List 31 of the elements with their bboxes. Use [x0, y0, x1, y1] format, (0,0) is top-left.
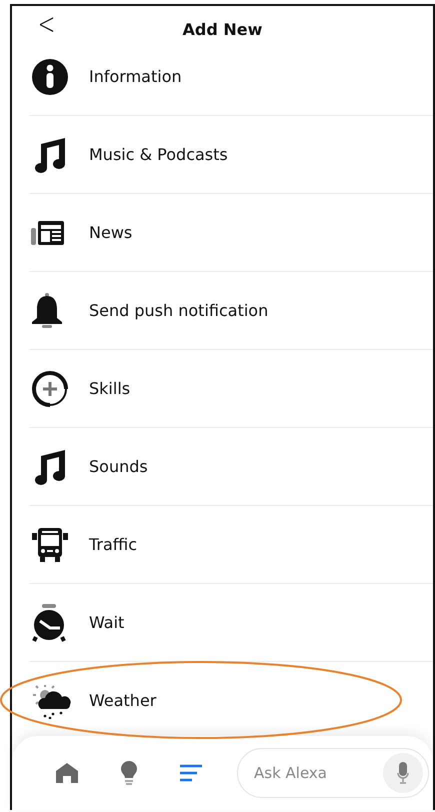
back-button[interactable]: <	[38, 10, 56, 40]
lightbulb-icon	[120, 760, 138, 786]
menu-icon	[179, 764, 203, 782]
item-label: Music & Podcasts	[89, 145, 228, 164]
item-label: Information	[89, 67, 182, 86]
list-item[interactable]: Sounds	[29, 428, 433, 506]
item-label: Sounds	[89, 457, 148, 476]
info-icon	[31, 58, 69, 96]
list-item[interactable]: Skills	[29, 350, 433, 428]
home-icon	[55, 762, 79, 784]
list-item[interactable]: Weather	[29, 662, 433, 736]
item-label: Send push notification	[89, 301, 268, 320]
item-label: Traffic	[89, 535, 138, 554]
item-label: News	[89, 223, 132, 242]
bus-icon	[31, 526, 69, 562]
plus-circle-icon	[31, 370, 69, 408]
microphone-icon	[397, 762, 409, 784]
list-item[interactable]: Send push notification	[29, 272, 433, 350]
page-title: Add New	[182, 20, 262, 38]
item-label: Wait	[89, 613, 124, 632]
list-item[interactable]: Wait	[29, 584, 433, 662]
list-item[interactable]: Music & Podcasts	[29, 116, 433, 194]
bell-icon	[31, 292, 63, 328]
weather-cloud-icon	[31, 682, 73, 718]
newspaper-icon	[31, 220, 65, 246]
list-item[interactable]: News	[29, 194, 433, 272]
item-label: Weather	[89, 691, 156, 710]
list-item[interactable]: Information	[29, 38, 433, 116]
item-label: Skills	[89, 379, 130, 398]
list-item[interactable]: Traffic	[29, 506, 433, 584]
stopwatch-icon	[31, 604, 67, 642]
